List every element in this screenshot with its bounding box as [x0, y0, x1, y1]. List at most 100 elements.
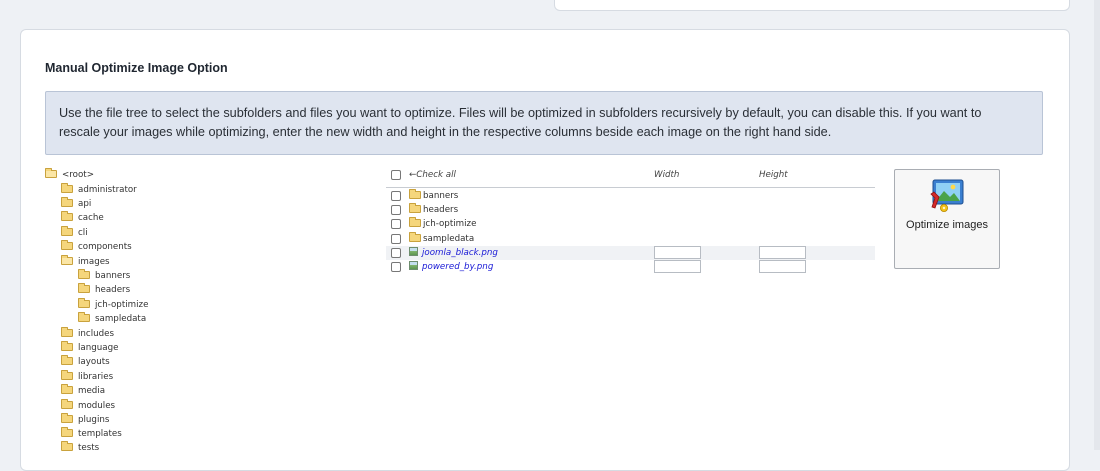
folder-icon: [61, 426, 73, 437]
folder-icon: [78, 297, 90, 308]
tree-folder-label: tests: [78, 443, 100, 453]
folder-icon: [61, 239, 73, 250]
folder-icon: [78, 268, 90, 279]
image-wrench-icon: [930, 179, 964, 212]
tree-folder-administrator[interactable]: administrator: [61, 182, 137, 197]
tree-folder-tests[interactable]: tests: [61, 440, 100, 455]
check-all-text: Check all: [416, 170, 456, 180]
folder-icon: [78, 282, 90, 293]
tree-folder-label: jch-optimize: [95, 300, 149, 310]
header-divider: [386, 187, 875, 188]
row-checkbox[interactable]: [391, 248, 401, 258]
tree-folder-label: plugins: [78, 415, 110, 425]
height-column-header: Height: [759, 170, 788, 180]
folder-open-icon: [61, 254, 73, 265]
tree-folder-label: banners: [95, 271, 131, 281]
image-file-icon: [409, 261, 418, 270]
file-row-image[interactable]: powered_by.png: [386, 260, 875, 274]
tree-folder-label: administrator: [78, 185, 137, 195]
file-row-folder[interactable]: banners: [386, 188, 875, 203]
tree-folder-label: includes: [78, 329, 115, 339]
folder-icon: [61, 398, 73, 409]
tree-folder-language[interactable]: language: [61, 340, 119, 355]
tree-folder-label: modules: [78, 401, 116, 411]
folder-open-icon: [45, 167, 57, 178]
tree-folder-media[interactable]: media: [61, 383, 106, 398]
tree-folder-label: libraries: [78, 372, 114, 382]
tree-folder-layouts[interactable]: layouts: [61, 354, 110, 369]
file-name: sampledata: [423, 234, 475, 244]
file-list-header: ←Check all Width Height: [386, 168, 875, 182]
folder-icon: [61, 412, 73, 423]
file-row-image[interactable]: joomla_black.png: [386, 246, 875, 260]
optimize-images-label: Optimize images: [906, 219, 988, 231]
row-checkbox[interactable]: [391, 191, 401, 201]
tree-folder-jch-optimize[interactable]: jch-optimize: [78, 297, 149, 312]
width-input[interactable]: [654, 260, 701, 273]
tree-folder-banners[interactable]: banners: [78, 268, 131, 283]
tree-folder-label: cache: [78, 213, 104, 223]
tree-folder-label: templates: [78, 429, 122, 439]
row-checkbox[interactable]: [391, 234, 401, 244]
tree-folder-headers[interactable]: headers: [78, 282, 131, 297]
folder-icon: [61, 440, 73, 451]
row-checkbox[interactable]: [391, 219, 401, 229]
height-input[interactable]: [759, 246, 806, 259]
folder-icon: [61, 196, 73, 207]
width-column-header: Width: [654, 170, 680, 180]
tree-folder-label: components: [78, 242, 132, 252]
folder-icon: [61, 182, 73, 193]
row-checkbox[interactable]: [391, 205, 401, 215]
file-row-folder[interactable]: headers: [386, 202, 875, 217]
tree-folder-label: layouts: [78, 357, 110, 367]
tree-folder-plugins[interactable]: plugins: [61, 412, 110, 427]
tree-folder-label: sampledata: [95, 314, 147, 324]
tree-folder-components[interactable]: components: [61, 239, 132, 254]
file-name: headers: [423, 205, 459, 215]
tree-folder-sampledata[interactable]: sampledata: [78, 311, 147, 326]
top-card: [554, 0, 1070, 11]
check-all-label[interactable]: ←Check all: [409, 168, 456, 182]
image-file-name[interactable]: joomla_black.png: [422, 248, 498, 258]
tree-folder-api[interactable]: api: [61, 196, 92, 211]
width-input[interactable]: [654, 246, 701, 259]
file-row-folder[interactable]: jch-optimize: [386, 216, 875, 231]
folder-icon: [409, 188, 421, 199]
file-name: jch-optimize: [423, 219, 477, 229]
folder-icon: [61, 369, 73, 380]
image-file-icon: [409, 247, 418, 256]
folder-icon: [61, 225, 73, 236]
row-checkbox[interactable]: [391, 262, 401, 272]
tree-folder-label: media: [78, 386, 106, 396]
folder-icon: [61, 210, 73, 221]
height-input[interactable]: [759, 260, 806, 273]
info-line: rescale your images while optimizing, en…: [59, 124, 832, 139]
tree-folder-label: headers: [95, 285, 131, 295]
image-file-name[interactable]: powered_by.png: [422, 262, 493, 272]
tree-folder-templates[interactable]: templates: [61, 426, 122, 441]
info-box: Use the file tree to select the subfolde…: [45, 91, 1043, 155]
tree-folder-label: api: [78, 199, 92, 209]
tree-folder-images[interactable]: images: [61, 254, 110, 269]
tree-root[interactable]: <root>: [45, 167, 94, 182]
folder-icon: [409, 231, 421, 242]
folder-icon: [409, 202, 421, 213]
info-line: Use the file tree to select the subfolde…: [59, 106, 982, 120]
tree-folder-modules[interactable]: modules: [61, 398, 116, 413]
check-all-checkbox[interactable]: [391, 170, 401, 180]
tree-folder-cache[interactable]: cache: [61, 210, 104, 225]
optimize-images-button[interactable]: Optimize images: [894, 169, 1000, 269]
tree-folder-includes[interactable]: includes: [61, 326, 115, 341]
tree-folder-libraries[interactable]: libraries: [61, 369, 114, 384]
page-scrollbar[interactable]: [1094, 0, 1100, 450]
file-row-folder[interactable]: sampledata: [386, 231, 875, 246]
folder-icon: [78, 311, 90, 322]
card-title: Manual Optimize Image Option: [45, 61, 228, 75]
folder-icon: [409, 216, 421, 227]
tree-root-label: <root>: [62, 170, 94, 180]
tree-folder-cli[interactable]: cli: [61, 225, 88, 240]
tree-folder-label: cli: [78, 228, 88, 238]
folder-icon: [61, 340, 73, 351]
tree-folder-label: language: [78, 343, 119, 353]
folder-icon: [61, 383, 73, 394]
